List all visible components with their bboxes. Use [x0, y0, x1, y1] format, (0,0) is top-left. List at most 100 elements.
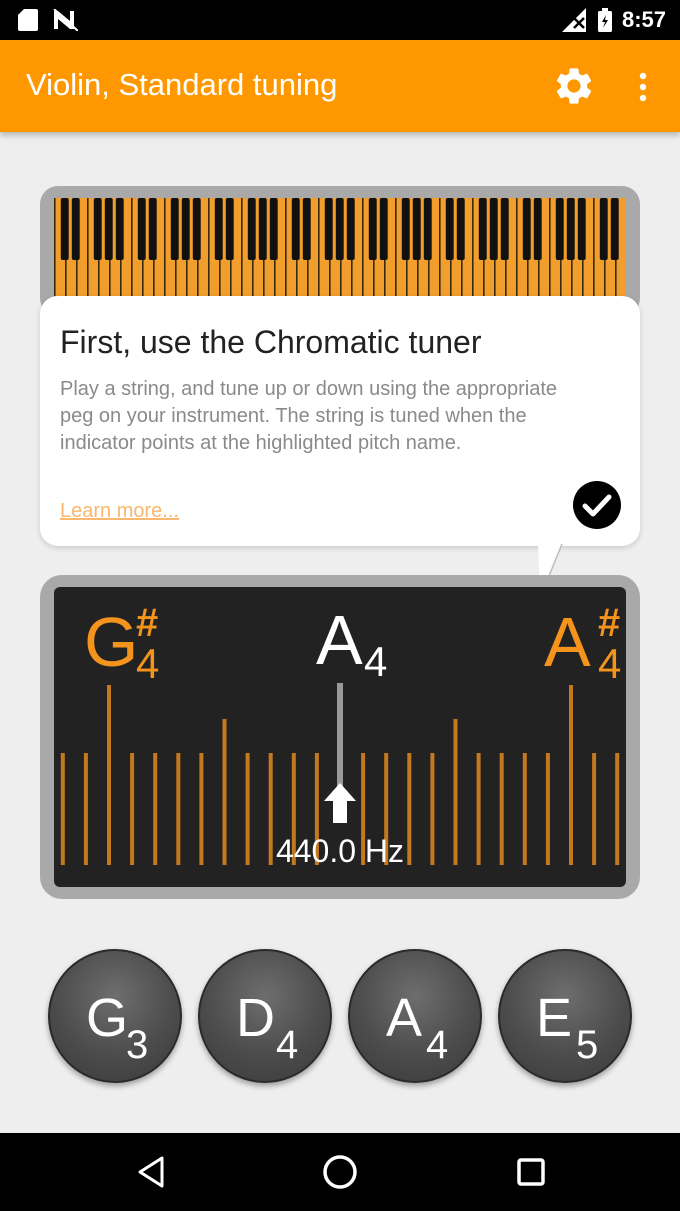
scale-tick [222, 719, 227, 865]
string-octave: 3 [126, 1023, 149, 1067]
higher-note-octave: 4 [598, 640, 622, 687]
scale-tick [453, 719, 458, 865]
scale-tick [107, 685, 111, 865]
white-key-divider [208, 198, 210, 296]
white-key-divider [549, 198, 551, 296]
black-key [478, 198, 487, 260]
black-key [181, 198, 190, 260]
string-button-a4[interactable]: A 4 [348, 949, 482, 1083]
black-key [489, 198, 498, 260]
white-key-divider [87, 198, 89, 296]
white-key-divider [593, 198, 595, 296]
scale-tick [83, 753, 88, 865]
black-key [445, 198, 454, 260]
sd-card-icon [18, 9, 38, 31]
black-key [302, 198, 311, 260]
white-key-divider [395, 198, 397, 296]
status-bar: 8:57 [0, 0, 680, 40]
black-key [214, 198, 223, 260]
check-icon [573, 481, 621, 529]
black-key [93, 198, 102, 260]
white-key-divider [54, 198, 56, 296]
overflow-menu-button[interactable] [628, 68, 658, 108]
string-button-d4[interactable]: D 4 [198, 949, 332, 1083]
tuner-display: G # 4 A 4 A # 4 440.0 Hz [54, 587, 626, 887]
tip-body: Play a string, and tune up or down using… [60, 378, 557, 454]
black-key [533, 198, 542, 260]
black-key [324, 198, 333, 260]
white-key-divider [362, 198, 364, 296]
scale-tick [153, 753, 158, 865]
string-note-name: E [536, 988, 573, 1048]
string-note-name: G [86, 988, 129, 1048]
white-key-divider [439, 198, 441, 296]
black-key [500, 198, 509, 260]
app-title: Violin, Standard tuning [26, 67, 338, 102]
black-key [599, 198, 608, 260]
navigation-bar [0, 1133, 680, 1211]
black-key [71, 198, 80, 260]
current-note-octave: 4 [364, 638, 388, 685]
black-key [115, 198, 124, 260]
white-key-divider [285, 198, 287, 296]
lower-note-sharp: # [136, 601, 159, 645]
black-key [170, 198, 179, 260]
dismiss-tip-button[interactable] [572, 480, 622, 530]
current-note-name: A [316, 601, 363, 679]
home-icon[interactable] [322, 1154, 358, 1190]
recents-icon[interactable] [516, 1157, 546, 1187]
string-note-name: D [236, 988, 275, 1048]
battery-icon [597, 8, 612, 32]
black-key [225, 198, 234, 260]
black-key [148, 198, 157, 260]
lower-note: G # 4 [84, 603, 159, 685]
back-icon[interactable] [134, 1155, 168, 1189]
black-key [346, 198, 355, 260]
scale-tick [130, 753, 135, 865]
signal-icon [561, 8, 586, 32]
black-key [258, 198, 267, 260]
string-octave: 4 [426, 1023, 449, 1067]
higher-note-name: A [544, 603, 591, 681]
black-key [555, 198, 564, 260]
string-octave: 5 [576, 1023, 599, 1067]
white-key-divider [318, 198, 320, 296]
piano-strip [54, 198, 626, 296]
black-key [192, 198, 201, 260]
current-note: A 4 [316, 605, 387, 683]
black-key [423, 198, 432, 260]
scale-tick [476, 753, 481, 865]
black-key [379, 198, 388, 260]
white-key-divider [516, 198, 518, 296]
tuner-frame: G # 4 A 4 A # 4 440.0 Hz [40, 575, 640, 899]
black-key [104, 198, 113, 260]
black-key [401, 198, 410, 260]
black-key [335, 198, 344, 260]
app-bar: Violin, Standard tuning [0, 40, 680, 132]
string-button-g3[interactable]: G 3 [48, 949, 182, 1083]
white-key-divider [472, 198, 474, 296]
scale-tick [176, 753, 181, 865]
frequency-readout: 440.0 Hz [275, 833, 405, 869]
no-sim-icon [53, 9, 78, 31]
black-key [137, 198, 146, 260]
tip-card: First, use the Chromatic tuner Play a st… [40, 296, 640, 546]
scale-tick [569, 685, 573, 865]
black-key [412, 198, 421, 260]
higher-note-sharp: # [598, 601, 621, 645]
black-key [269, 198, 278, 260]
string-button-e5[interactable]: E 5 [498, 949, 632, 1083]
settings-button[interactable] [552, 64, 596, 108]
higher-note: A # 4 [544, 603, 621, 685]
scale-tick [545, 753, 550, 865]
more-vert-icon [639, 72, 647, 102]
scale-tick [245, 753, 250, 865]
scale-tick [199, 753, 204, 865]
learn-more-link[interactable]: Learn more... [60, 500, 179, 523]
black-key [566, 198, 575, 260]
scale-tick [499, 753, 504, 865]
lower-note-octave: 4 [136, 640, 160, 687]
white-key-divider [241, 198, 243, 296]
scale-tick [615, 753, 620, 865]
scale-tick [430, 753, 435, 865]
